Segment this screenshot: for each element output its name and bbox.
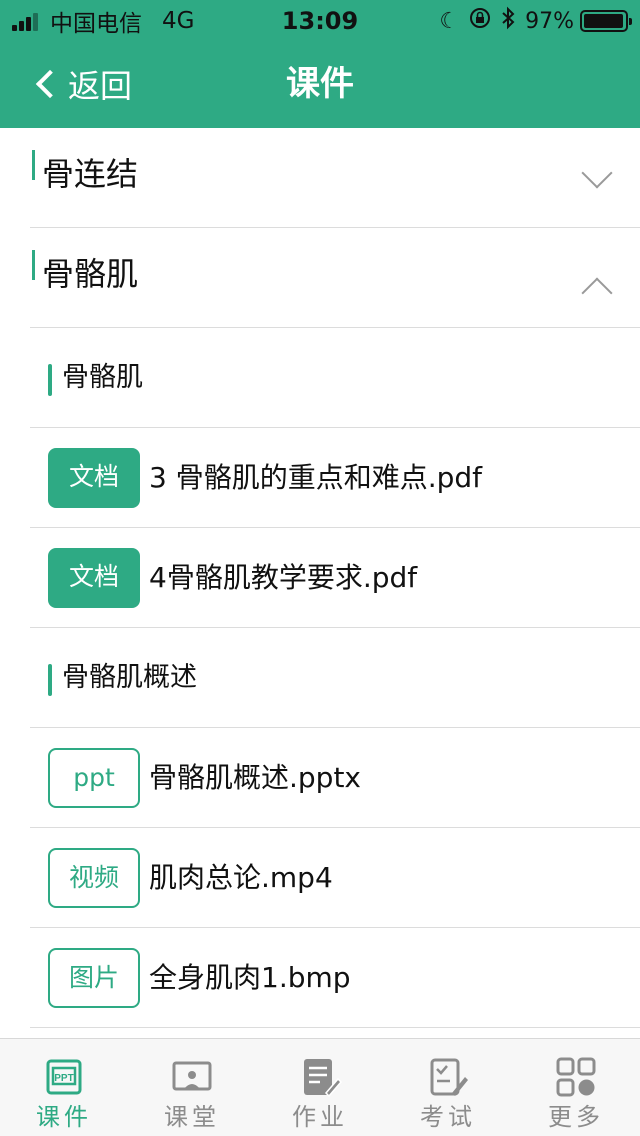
chevron-down-icon[interactable] [581,157,613,189]
file-type-badge: 文档 [48,548,140,608]
file-name[interactable]: 肌肉总论.mp4 [149,858,333,898]
moon-icon: ☾ [439,8,460,34]
file-type-badge: 文档 [48,448,140,508]
file-row[interactable]: 文档 4骨骼肌教学要求.pdf [30,528,640,628]
section-marker [48,364,52,396]
section-title: 骨骼肌概述 [62,662,197,693]
tab-label: 考试 [420,1103,476,1131]
section-title: 骨骼肌 [62,362,143,393]
file-name[interactable]: 骨骼肌概述.pptx [149,758,361,798]
file-row[interactable]: 文档 3 骨骼肌的重点和难点.pdf [30,428,640,528]
file-row[interactable]: 视频 肌肉总论.mp4 [30,828,640,928]
nav-bar: 返回 课件 [0,40,640,128]
chapter-title: 骨骼肌 [42,255,139,293]
section-header: 骨骼肌概述 [30,628,640,728]
chapter-marker [32,150,35,180]
file-type-badge: ppt [48,748,140,808]
chevron-up-icon[interactable] [581,277,613,309]
homework-icon [304,1059,342,1098]
tab-more[interactable]: 更多 [512,1039,640,1136]
chapter-row[interactable]: 骨连结 [30,128,640,228]
courseware-icon: PPT [46,1059,82,1095]
tab-label: 作业 [292,1103,348,1131]
classroom-icon [172,1061,212,1091]
section-marker [48,664,52,696]
chapter-marker [32,250,35,280]
file-type-badge: 视频 [48,848,140,908]
page-title: 课件 [286,64,354,104]
file-name[interactable]: 4骨骼肌教学要求.pdf [149,558,417,598]
svg-text:PPT: PPT [54,1073,73,1084]
battery-icon [580,10,632,32]
tab-label: 课件 [36,1103,92,1131]
status-right: ☾ 97% [429,6,632,36]
file-row[interactable]: 图片 全身肌肉1.bmp [30,928,640,1028]
file-name[interactable]: 3 骨骼肌的重点和难点.pdf [149,458,482,498]
chapter-row[interactable]: 骨骼肌 [30,228,640,328]
tab-label: 更多 [548,1103,604,1131]
tab-homework[interactable]: 作业 [256,1039,384,1136]
file-row[interactable]: ppt 骨骼肌概述.pptx [30,728,640,828]
bluetooth-icon [501,6,515,36]
exam-icon [430,1058,468,1096]
battery-percent: 97% [525,8,574,34]
tab-label: 课堂 [164,1103,220,1131]
tab-exam[interactable]: 考试 [384,1039,512,1136]
section-header: 骨骼肌 [30,328,640,428]
more-icon [556,1057,596,1097]
rotation-lock-icon [469,7,491,35]
status-bar: 中国电信 4G 13:09 ☾ 97% [0,0,640,40]
courseware-list[interactable]: 骨连结 骨骼肌 骨骼肌 文档 3 骨骼肌的重点和难点.pdf 文档 4骨骼肌教学… [0,128,640,1038]
tab-courseware[interactable]: PPT 课件 [0,1039,128,1136]
file-type-badge: 图片 [48,948,140,1008]
tab-classroom[interactable]: 课堂 [128,1039,256,1136]
battery-fill [584,14,623,28]
tab-bar: PPT 课件 课堂 作业 考试 更多 [0,1038,640,1136]
file-name[interactable]: 全身肌肉1.bmp [149,958,351,998]
chapter-title: 骨连结 [42,155,139,193]
